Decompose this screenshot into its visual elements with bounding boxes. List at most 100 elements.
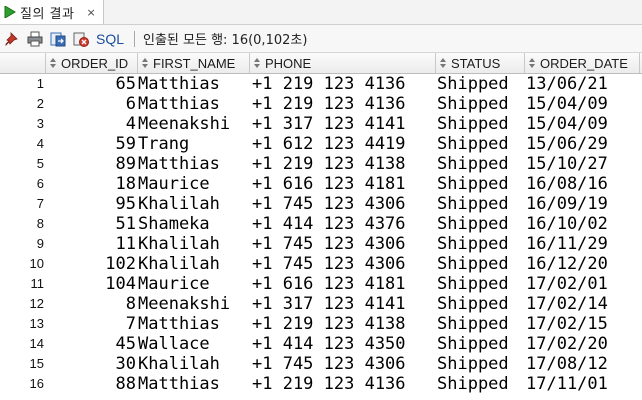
cell-status[interactable]: Shipped — [437, 234, 525, 254]
cell-phone[interactable]: +1 612 123 4419 — [252, 134, 436, 154]
cell-order-id[interactable]: 7 — [48, 314, 136, 334]
pin-icon[interactable] — [1, 28, 23, 50]
tab-query-result[interactable]: 질의 결과 × — [0, 0, 104, 24]
table-row[interactable]: 10 102 Khalilah +1 745 123 4306 Shipped … — [0, 254, 642, 274]
table-row[interactable]: 7 95 Khalilah +1 745 123 4306 Shipped 16… — [0, 194, 642, 214]
cell-status[interactable]: Shipped — [437, 274, 525, 294]
cell-order-id[interactable]: 11 — [48, 234, 136, 254]
cell-order-id[interactable]: 65 — [48, 74, 136, 94]
cell-order-date[interactable]: 17/08/12 — [526, 354, 640, 374]
cell-order-date[interactable]: 13/06/21 — [526, 74, 640, 94]
cell-order-date[interactable]: 17/02/15 — [526, 314, 640, 334]
cell-order-date[interactable]: 15/04/09 — [526, 114, 640, 134]
cell-status[interactable]: Shipped — [437, 114, 525, 134]
cell-phone[interactable]: +1 414 123 4376 — [252, 214, 436, 234]
cell-order-date[interactable]: 16/12/20 — [526, 254, 640, 274]
cell-first-name[interactable]: Matthias — [138, 154, 250, 174]
print-icon[interactable] — [24, 28, 46, 50]
column-header-first-name[interactable]: FIRST_NAME — [138, 53, 250, 73]
cell-order-date[interactable]: 17/02/01 — [526, 274, 640, 294]
cell-phone[interactable]: +1 219 123 4136 — [252, 74, 436, 94]
cell-status[interactable]: Shipped — [437, 354, 525, 374]
cell-first-name[interactable]: Maurice — [138, 274, 250, 294]
table-row[interactable]: 15 30 Khalilah +1 745 123 4306 Shipped 1… — [0, 354, 642, 374]
cell-status[interactable]: Shipped — [437, 334, 525, 354]
cell-first-name[interactable]: Wallace — [138, 334, 250, 354]
cell-phone[interactable]: +1 745 123 4306 — [252, 234, 436, 254]
cell-first-name[interactable]: Meenakshi — [138, 294, 250, 314]
cell-order-id[interactable]: 18 — [48, 174, 136, 194]
table-row[interactable]: 13 7 Matthias +1 219 123 4138 Shipped 17… — [0, 314, 642, 334]
close-icon[interactable]: × — [86, 6, 95, 19]
cell-status[interactable]: Shipped — [437, 154, 525, 174]
cell-order-date[interactable]: 15/10/27 — [526, 154, 640, 174]
table-row[interactable]: 2 6 Matthias +1 219 123 4136 Shipped 15/… — [0, 94, 642, 114]
cell-status[interactable]: Shipped — [437, 314, 525, 334]
sort-icon[interactable] — [527, 56, 537, 70]
cell-first-name[interactable]: Matthias — [138, 314, 250, 334]
table-row[interactable]: 9 11 Khalilah +1 745 123 4306 Shipped 16… — [0, 234, 642, 254]
cell-order-id[interactable]: 8 — [48, 294, 136, 314]
cell-status[interactable]: Shipped — [437, 74, 525, 94]
cell-order-id[interactable]: 95 — [48, 194, 136, 214]
column-header-status[interactable]: STATUS — [436, 53, 525, 73]
column-header-phone[interactable]: PHONE — [250, 53, 436, 73]
table-row[interactable]: 14 45 Wallace +1 414 123 4350 Shipped 17… — [0, 334, 642, 354]
cell-order-id[interactable]: 30 — [48, 354, 136, 374]
cell-phone[interactable]: +1 745 123 4306 — [252, 254, 436, 274]
cell-order-date[interactable]: 17/02/20 — [526, 334, 640, 354]
cell-first-name[interactable]: Trang — [138, 134, 250, 154]
cell-order-date[interactable]: 17/02/14 — [526, 294, 640, 314]
cell-order-id[interactable]: 102 — [48, 254, 136, 274]
export-icon[interactable] — [47, 28, 69, 50]
cell-order-id[interactable]: 89 — [48, 154, 136, 174]
cell-first-name[interactable]: Khalilah — [138, 234, 250, 254]
cell-first-name[interactable]: Matthias — [138, 374, 250, 394]
cell-phone[interactable]: +1 317 123 4141 — [252, 114, 436, 134]
cell-order-date[interactable]: 17/11/01 — [526, 374, 640, 394]
cell-status[interactable]: Shipped — [437, 94, 525, 114]
cell-order-date[interactable]: 16/10/02 — [526, 214, 640, 234]
cell-first-name[interactable]: Maurice — [138, 174, 250, 194]
cell-phone[interactable]: +1 219 123 4138 — [252, 314, 436, 334]
cell-phone[interactable]: +1 219 123 4136 — [252, 374, 436, 394]
sql-button[interactable]: SQL — [96, 31, 124, 47]
cell-first-name[interactable]: Khalilah — [138, 354, 250, 374]
table-row[interactable]: 8 51 Shameka +1 414 123 4376 Shipped 16/… — [0, 214, 642, 234]
table-row[interactable]: 3 4 Meenakshi +1 317 123 4141 Shipped 15… — [0, 114, 642, 134]
cell-order-id[interactable]: 6 — [48, 94, 136, 114]
cell-status[interactable]: Shipped — [437, 214, 525, 234]
sort-icon[interactable] — [438, 56, 448, 70]
table-row[interactable]: 6 18 Maurice +1 616 123 4181 Shipped 16/… — [0, 174, 642, 194]
cell-first-name[interactable]: Meenakshi — [138, 114, 250, 134]
cell-status[interactable]: Shipped — [437, 134, 525, 154]
cell-order-date[interactable]: 16/09/19 — [526, 194, 640, 214]
cell-order-date[interactable]: 16/08/16 — [526, 174, 640, 194]
cell-order-id[interactable]: 4 — [48, 114, 136, 134]
cell-order-date[interactable]: 16/11/29 — [526, 234, 640, 254]
table-row[interactable]: 1 65 Matthias +1 219 123 4136 Shipped 13… — [0, 74, 642, 94]
cell-order-id[interactable]: 51 — [48, 214, 136, 234]
delete-icon[interactable] — [70, 28, 92, 50]
table-row[interactable]: 12 8 Meenakshi +1 317 123 4141 Shipped 1… — [0, 294, 642, 314]
cell-phone[interactable]: +1 219 123 4136 — [252, 94, 436, 114]
cell-first-name[interactable]: Khalilah — [138, 254, 250, 274]
cell-status[interactable]: Shipped — [437, 254, 525, 274]
cell-order-id[interactable]: 59 — [48, 134, 136, 154]
sort-icon[interactable] — [252, 56, 262, 70]
cell-phone[interactable]: +1 414 123 4350 — [252, 334, 436, 354]
sort-icon[interactable] — [140, 56, 150, 70]
cell-status[interactable]: Shipped — [437, 294, 525, 314]
cell-order-date[interactable]: 15/04/09 — [526, 94, 640, 114]
cell-phone[interactable]: +1 317 123 4141 — [252, 294, 436, 314]
cell-phone[interactable]: +1 219 123 4138 — [252, 154, 436, 174]
sort-icon[interactable] — [48, 56, 58, 70]
cell-status[interactable]: Shipped — [437, 194, 525, 214]
cell-order-id[interactable]: 104 — [48, 274, 136, 294]
cell-phone[interactable]: +1 745 123 4306 — [252, 354, 436, 374]
cell-phone[interactable]: +1 616 123 4181 — [252, 174, 436, 194]
cell-phone[interactable]: +1 616 123 4181 — [252, 274, 436, 294]
cell-status[interactable]: Shipped — [437, 374, 525, 394]
table-row[interactable]: 16 88 Matthias +1 219 123 4136 Shipped 1… — [0, 374, 642, 394]
cell-status[interactable]: Shipped — [437, 174, 525, 194]
